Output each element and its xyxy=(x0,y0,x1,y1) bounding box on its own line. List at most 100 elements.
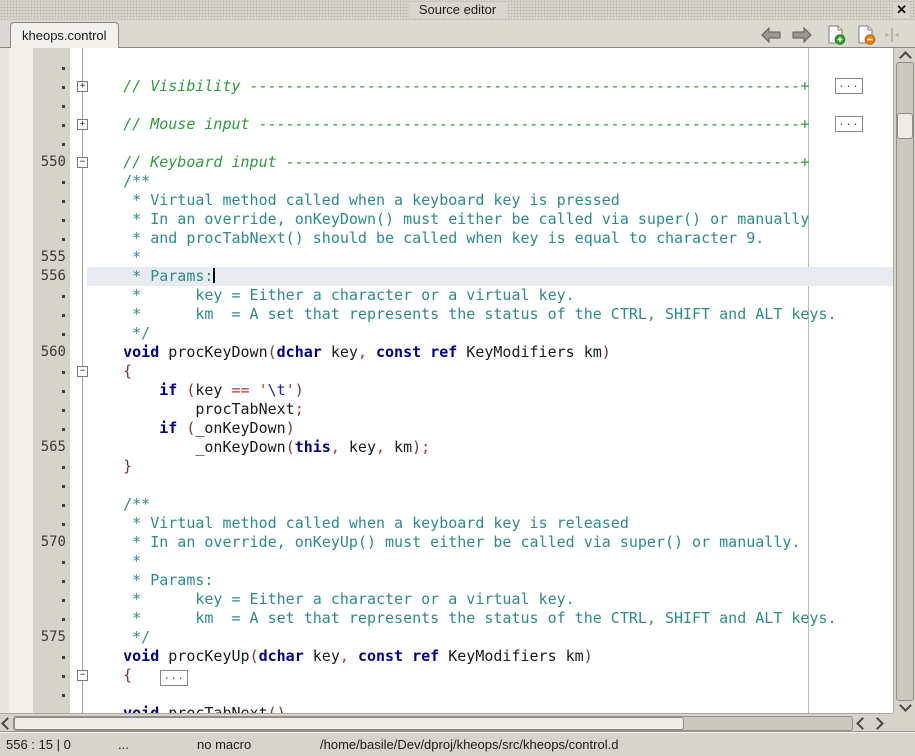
token: * In an override, onKeyDown() must eithe… xyxy=(87,210,809,228)
token xyxy=(403,647,412,665)
code-line[interactable]: * km = A set that represents the status … xyxy=(0,305,893,324)
close-icon[interactable]: ✕ xyxy=(893,2,910,18)
code-text[interactable]: * Params: xyxy=(87,571,213,590)
code-text[interactable]: void procKeyUp(dchar key, const ref KeyM… xyxy=(87,647,593,666)
code-text[interactable]: // Mouse input -------------------------… xyxy=(87,115,809,134)
code-line[interactable]: * km = A set that represents the status … xyxy=(0,609,893,628)
code-text[interactable]: void procTabNext() xyxy=(87,704,286,713)
code-line[interactable] xyxy=(0,685,893,704)
code-text[interactable]: if (key == '\t') xyxy=(87,381,304,400)
code-line[interactable]: * Virtual method called when a keyboard … xyxy=(0,514,893,533)
fold-ellipsis-box[interactable]: ... xyxy=(835,78,863,94)
code-line[interactable]: /** xyxy=(0,172,893,191)
code-line[interactable]: * In an override, onKeyDown() must eithe… xyxy=(0,210,893,229)
code-text[interactable]: * Virtual method called when a keyboard … xyxy=(87,191,620,210)
code-line[interactable]: * and procTabNext() should be called whe… xyxy=(0,229,893,248)
fold-ellipsis-box[interactable]: ... xyxy=(835,116,863,132)
token: if xyxy=(159,419,177,437)
line-dot xyxy=(62,238,65,241)
code-line[interactable]: /** xyxy=(0,495,893,514)
code-text[interactable]: {... xyxy=(87,666,188,685)
code-text[interactable]: _onKeyDown(this, key, km); xyxy=(87,438,430,457)
close-document-icon[interactable] xyxy=(855,25,877,45)
line-dot xyxy=(62,86,65,89)
split-editor-icon[interactable] xyxy=(884,25,900,45)
code-line[interactable] xyxy=(0,476,893,495)
vertical-scrollbar-trough[interactable] xyxy=(896,62,914,701)
fold-ellipsis-box[interactable]: ... xyxy=(160,670,188,686)
code-text[interactable]: * In an override, onKeyDown() must eithe… xyxy=(87,210,809,229)
code-text[interactable]: * key = Either a character or a virtual … xyxy=(87,590,575,609)
code-line[interactable]: + // Mouse input -----------------------… xyxy=(0,115,893,134)
line-number: 550 xyxy=(33,153,68,172)
code-line[interactable]: − { xyxy=(0,362,893,381)
line-dot xyxy=(62,333,65,336)
code-line[interactable]: if (key == '\t') xyxy=(0,381,893,400)
code-line[interactable]: } xyxy=(0,457,893,476)
code-line[interactable]: */ xyxy=(0,324,893,343)
forward-arrow-icon[interactable] xyxy=(791,25,813,45)
code-line[interactable]: 556 * Params: xyxy=(0,267,893,286)
source-editor-window: Source editor ✕ kheops.control xyxy=(0,0,915,756)
code-text[interactable]: * key = Either a character or a virtual … xyxy=(87,286,575,305)
token: ; xyxy=(295,400,304,418)
scroll-down-icon[interactable] xyxy=(899,699,912,712)
code-text[interactable]: // Visibility --------------------------… xyxy=(87,77,809,96)
code-text[interactable]: /** xyxy=(87,172,150,191)
code-line[interactable] xyxy=(0,134,893,153)
code-line[interactable]: * key = Either a character or a virtual … xyxy=(0,590,893,609)
code-line[interactable]: − {... xyxy=(0,666,893,685)
code-line[interactable]: 555 * xyxy=(0,248,893,267)
code-rows: + // Visibility ------------------------… xyxy=(0,58,893,713)
code-line[interactable]: if (_onKeyDown) xyxy=(0,419,893,438)
scroll-left-icon[interactable] xyxy=(1,717,14,730)
code-text[interactable]: */ xyxy=(87,628,150,647)
code-line[interactable]: 560 void procKeyDown(dchar key, const re… xyxy=(0,343,893,362)
back-arrow-icon[interactable] xyxy=(760,25,782,45)
code-line[interactable]: void procKeyUp(dchar key, const ref KeyM… xyxy=(0,647,893,666)
token xyxy=(87,362,123,380)
tab-kheops-control[interactable]: kheops.control xyxy=(10,22,119,48)
code-line[interactable]: * xyxy=(0,552,893,571)
scroll-right-end-icon[interactable] xyxy=(871,717,884,730)
new-document-icon[interactable] xyxy=(825,25,847,45)
code-line[interactable]: void procTabNext() xyxy=(0,704,893,713)
code-line[interactable]: * Params: xyxy=(0,571,893,590)
code-text[interactable]: void procKeyDown(dchar key, const ref Ke… xyxy=(87,343,611,362)
code-line[interactable]: 565 _onKeyDown(this, key, km); xyxy=(0,438,893,457)
code-text[interactable]: * In an override, onKeyUp() must either … xyxy=(87,533,800,552)
code-text[interactable]: * and procTabNext() should be called whe… xyxy=(87,229,764,248)
code-text[interactable]: /** xyxy=(87,495,150,514)
vertical-scrollbar[interactable] xyxy=(893,48,915,713)
code-text[interactable]: * km = A set that represents the status … xyxy=(87,609,837,628)
token: * xyxy=(87,248,141,266)
code-line[interactable]: 575 */ xyxy=(0,628,893,647)
code-line[interactable]: * key = Either a character or a virtual … xyxy=(0,286,893,305)
code-text[interactable]: procTabNext; xyxy=(87,400,304,419)
horizontal-scrollbar-thumb[interactable] xyxy=(14,717,684,730)
code-text[interactable]: * Params: xyxy=(87,267,215,286)
token: ) xyxy=(286,419,295,437)
code-line[interactable]: + // Visibility ------------------------… xyxy=(0,77,893,96)
code-text[interactable]: */ xyxy=(87,324,150,343)
code-text[interactable]: * xyxy=(87,248,141,267)
code-line[interactable]: procTabNext; xyxy=(0,400,893,419)
code-line[interactable]: 550− // Keyboard input -----------------… xyxy=(0,153,893,172)
line-dot xyxy=(62,561,65,564)
code-text[interactable]: * xyxy=(87,552,141,571)
code-text[interactable]: // Keyboard input ----------------------… xyxy=(87,153,809,172)
vertical-scrollbar-thumb[interactable] xyxy=(897,113,913,139)
code-editor-area[interactable]: + // Visibility ------------------------… xyxy=(0,48,915,713)
code-line[interactable] xyxy=(0,58,893,77)
code-text[interactable]: { xyxy=(87,362,132,381)
code-text[interactable]: * km = A set that represents the status … xyxy=(87,305,837,324)
code-text[interactable]: } xyxy=(87,457,132,476)
code-line[interactable]: * Virtual method called when a keyboard … xyxy=(0,191,893,210)
code-text[interactable]: * Virtual method called when a keyboard … xyxy=(87,514,629,533)
horizontal-scrollbar[interactable] xyxy=(0,713,893,731)
code-line[interactable]: 570 * In an override, onKeyUp() must eit… xyxy=(0,533,893,552)
code-line[interactable] xyxy=(0,96,893,115)
code-text[interactable]: if (_onKeyDown) xyxy=(87,419,295,438)
scroll-left-end-icon[interactable] xyxy=(856,717,869,730)
line-number: 556 xyxy=(33,267,68,286)
